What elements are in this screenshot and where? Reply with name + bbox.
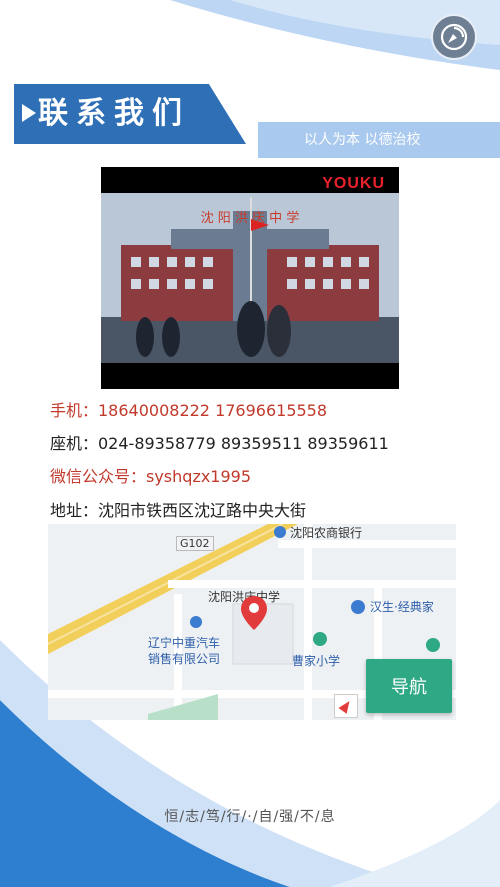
landline-phone[interactable]: 座机：024-89358779 89359511 89359611 — [50, 430, 389, 454]
youku-logo: YOUKU — [322, 175, 385, 192]
poi-primary-school[interactable]: 曹家小学 — [292, 652, 340, 669]
video-thumbnail — [101, 193, 399, 363]
school-sign: 沈 阳 洪 庆 中 学 — [200, 211, 300, 226]
video-player[interactable]: 沈 阳 洪 庆 中 学 YOUKU — [101, 167, 399, 389]
bookstore-icon — [351, 600, 365, 614]
school-motto: 恒/志/笃/行/·/自/强/不/息 — [164, 809, 336, 825]
address: 地址：沈阳市铁西区沈辽路中央大街 — [50, 501, 307, 520]
poi-bookstore[interactable]: 汉生·经典家 — [370, 598, 434, 615]
company-icon — [190, 616, 202, 628]
compass-button[interactable] — [431, 14, 477, 60]
navigate-button[interactable]: 导航 — [366, 659, 452, 713]
school-icon-right — [426, 638, 440, 652]
location-pin-icon — [241, 596, 267, 630]
poi-company-line1[interactable]: 辽宁中重汽车 — [148, 634, 220, 651]
road-sign-g102: G102 — [176, 536, 214, 551]
slogan-text: 以人为本 以德治校 — [304, 132, 421, 148]
play-icon — [22, 104, 36, 122]
compass-map-icon[interactable] — [334, 694, 358, 718]
page-title: 联系我们 — [38, 96, 190, 131]
mobile-phone[interactable]: 手机：18640008222 17696615558 — [50, 397, 327, 421]
poi-company-line2[interactable]: 销售有限公司 — [148, 650, 220, 667]
primary-school-icon — [313, 632, 327, 646]
compass-icon — [440, 23, 468, 51]
poi-bank[interactable]: 沈阳农商银行 — [290, 524, 362, 541]
wechat-account: 微信公众号：syshqzx1995 — [50, 467, 252, 486]
bank-icon — [274, 526, 286, 538]
